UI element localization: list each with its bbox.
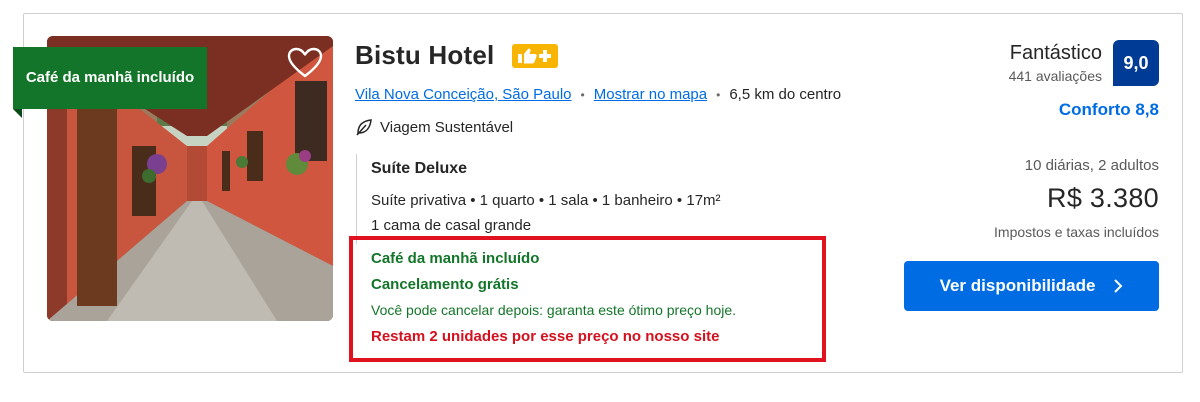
location-row: Vila Nova Conceição, São Paulo • Mostrar… <box>355 86 841 103</box>
cancellation-note: Você pode cancelar depois: garanta este … <box>371 302 737 318</box>
room-details: Suíte privativa • 1 quarto • 1 sala • 1 … <box>371 192 721 209</box>
location-link[interactable]: Vila Nova Conceição, São Paulo <box>355 86 572 103</box>
room-bed: 1 cama de casal grande <box>371 217 532 234</box>
room-info: Suíte Deluxe Suíte privativa • 1 quarto … <box>356 154 721 244</box>
see-availability-button[interactable]: Ver disponibilidade <box>904 261 1159 311</box>
chevron-right-icon <box>1114 279 1123 293</box>
room-title: Suíte Deluxe <box>371 160 468 177</box>
hotel-name[interactable]: Bistu Hotel <box>355 40 494 71</box>
leaf-icon <box>356 119 372 136</box>
sustainable-label: Viagem Sustentável <box>380 118 514 136</box>
distance-text: 6,5 km do centro <box>729 86 842 103</box>
review-count[interactable]: 441 avaliações <box>1009 68 1102 84</box>
review-score-badge[interactable]: 9,0 <box>1113 40 1159 86</box>
scarcity-message: Restam 2 unidades por esse preço no noss… <box>371 328 720 345</box>
comfort-score: Conforto 8,8 <box>1058 100 1159 119</box>
breakfast-included: Café da manhã incluído <box>371 250 540 267</box>
thumbs-up-plus-icon <box>512 44 558 68</box>
heart-icon[interactable] <box>287 47 323 79</box>
breakfast-ribbon: Café da manhã incluído <box>13 47 207 109</box>
show-on-map-link[interactable]: Mostrar no mapa <box>594 86 707 103</box>
separator-dot: • <box>580 87 585 102</box>
price: R$ 3.380 <box>1047 183 1159 213</box>
rating-word: Fantástico <box>1009 42 1102 64</box>
free-cancellation: Cancelamento grátis <box>371 276 519 293</box>
stay-summary: 10 diárias, 2 adultos <box>1024 157 1159 174</box>
separator-dot: • <box>716 87 721 102</box>
taxes-note: Impostos e taxas incluídos <box>994 224 1159 240</box>
see-availability-label: Ver disponibilidade <box>939 276 1096 295</box>
sustainable-badge: Viagem Sustentável <box>355 118 513 136</box>
ribbon-fold <box>13 109 22 118</box>
